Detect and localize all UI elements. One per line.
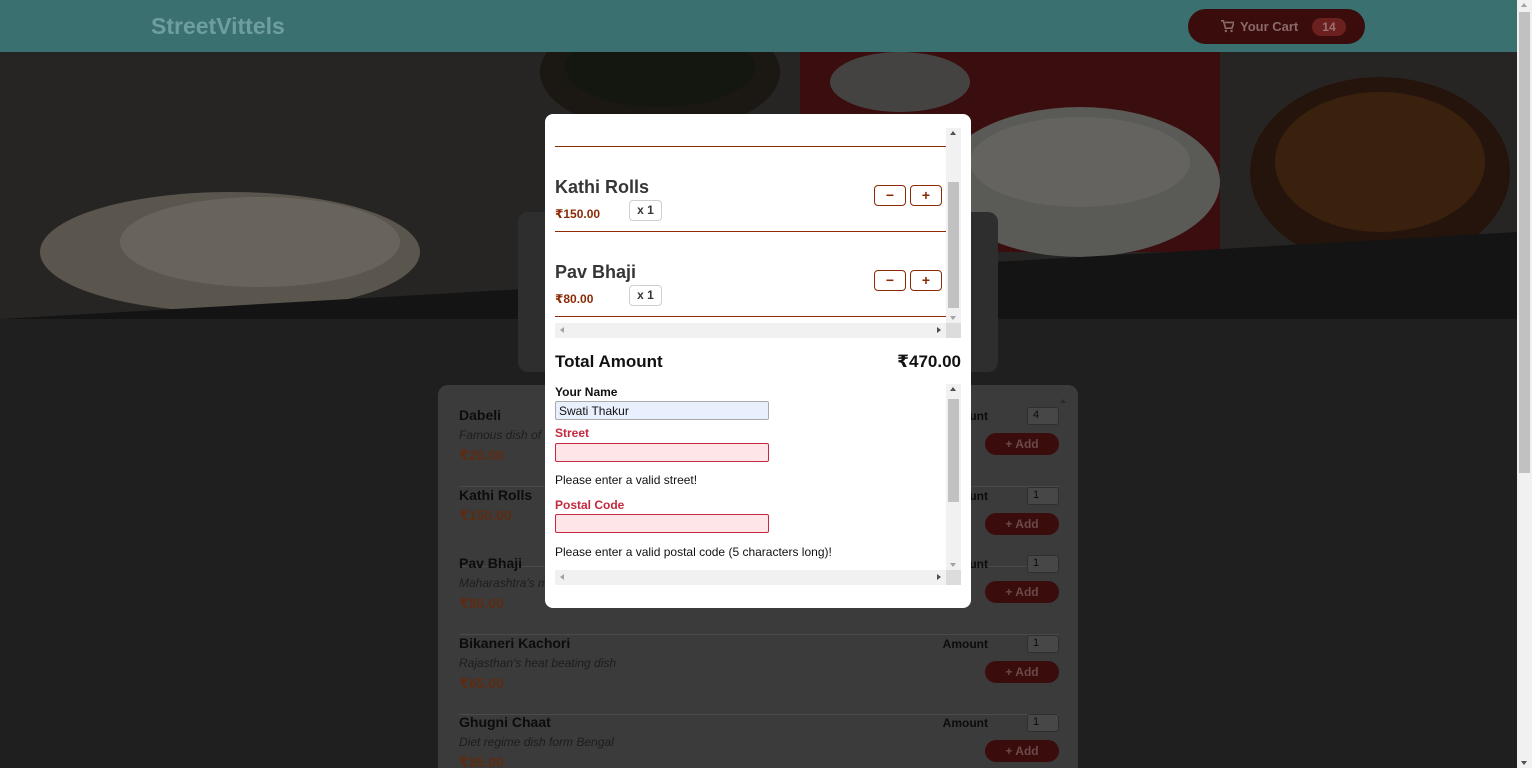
cart-list-scroll-thumb[interactable] [948, 182, 959, 308]
meal-item: Ghugni Chaat Diet regime dish form Benga… [459, 714, 1059, 768]
add-button[interactable]: + Add [985, 740, 1059, 762]
quantity-badge: x 1 [629, 285, 662, 306]
meal-description: Maharashtra's m [459, 576, 548, 590]
form-hscrollbar[interactable] [555, 570, 946, 585]
quantity-badge: x 1 [629, 200, 662, 221]
page-scrollbar[interactable] [1517, 0, 1532, 768]
cart-label: Your Cart [1240, 19, 1299, 34]
add-button[interactable]: + Add [985, 433, 1059, 455]
postal-code-error-message: Please enter a valid postal code (5 char… [555, 545, 832, 559]
scroll-corner [946, 323, 961, 338]
decrease-button[interactable]: − [874, 185, 906, 206]
amount-input[interactable]: 1 [1027, 487, 1059, 505]
scroll-down-arrow-icon[interactable] [950, 316, 956, 320]
postal-code-field[interactable] [555, 514, 769, 533]
amount-input[interactable]: 1 [1027, 714, 1059, 732]
scroll-corner [946, 570, 961, 585]
cart-count-badge: 14 [1312, 17, 1346, 36]
meal-description: Rajasthan's heat beating dish [459, 656, 617, 670]
form-vscrollbar[interactable] [946, 384, 961, 570]
meal-name: Dabeli [459, 407, 502, 423]
scroll-up-arrow-icon[interactable] [950, 387, 956, 391]
cart-items-list: Kathi Rolls ₹150.00 x 1 − + Pav Bhaji ₹8… [555, 128, 961, 338]
add-button[interactable]: + Add [985, 513, 1059, 535]
increase-button[interactable]: + [910, 185, 942, 206]
app-header: StreetVittels Your Cart 14 [0, 0, 1517, 52]
cart-item: Pav Bhaji ₹80.00 x 1 − + [555, 232, 946, 317]
meal-description: Famous dish of G [459, 428, 554, 442]
page-scroll-thumb[interactable] [1519, 12, 1530, 473]
scroll-left-arrow-icon[interactable] [560, 574, 564, 580]
cart-modal: Kathi Rolls ₹150.00 x 1 − + Pav Bhaji ₹8… [545, 114, 971, 608]
street-label: Street [555, 426, 590, 440]
cart-button[interactable]: Your Cart 14 [1188, 9, 1365, 44]
meal-name: Bikaneri Kachori [459, 635, 571, 651]
meal-name: Kathi Rolls [459, 487, 533, 503]
cart-item-price: ₹150.00 [555, 207, 601, 221]
cart-list-hscrollbar[interactable] [555, 323, 946, 338]
cart-item-name: Pav Bhaji [555, 262, 637, 282]
postal-code-label: Postal Code [555, 498, 625, 512]
street-error-message: Please enter a valid street! [555, 473, 698, 487]
checkout-form: Your Name Street Please enter a valid st… [555, 384, 961, 570]
name-label: Your Name [555, 385, 618, 399]
meal-name: Ghugni Chaat [459, 714, 551, 730]
cart-item: Kathi Rolls ₹150.00 x 1 − + [555, 147, 946, 232]
amount-input[interactable]: 1 [1027, 555, 1059, 573]
meal-price: ₹20.00 [459, 447, 504, 463]
meal-price: ₹80.00 [459, 595, 504, 611]
scroll-right-arrow-icon[interactable] [937, 574, 941, 580]
total-amount-label: Total Amount [555, 352, 663, 371]
meal-price: ₹85.00 [459, 754, 504, 768]
amount-input[interactable]: 4 [1027, 407, 1059, 425]
scroll-down-arrow-icon[interactable] [950, 563, 956, 567]
total-amount-value: ₹470.00 [897, 352, 961, 371]
street-field[interactable] [555, 443, 769, 462]
meal-description: Diet regime dish form Bengal [459, 735, 614, 749]
scroll-right-arrow-icon[interactable] [937, 327, 941, 333]
add-button[interactable]: + Add [985, 581, 1059, 603]
name-field[interactable] [555, 401, 769, 420]
scroll-down-arrow-icon[interactable] [1521, 761, 1527, 765]
cart-item-name: Kathi Rolls [555, 177, 650, 197]
form-scroll-thumb[interactable] [948, 399, 959, 502]
meal-price: ₹150.00 [459, 507, 512, 523]
cart-item-price: ₹80.00 [555, 292, 594, 306]
meals-scroll-up-arrow[interactable] [1060, 399, 1066, 403]
amount-label: Amount [942, 716, 988, 730]
amount-label: Amount [942, 637, 988, 651]
decrease-button[interactable]: − [874, 270, 906, 291]
cart-list-vscrollbar[interactable] [946, 128, 961, 323]
meal-price: ₹65.00 [459, 675, 504, 691]
scroll-left-arrow-icon[interactable] [560, 327, 564, 333]
amount-input[interactable]: 1 [1027, 635, 1059, 653]
cart-icon [1221, 20, 1236, 33]
meal-item: Bikaneri Kachori Rajasthan's heat beatin… [459, 635, 1059, 715]
brand-logo: StreetVittels [151, 13, 285, 39]
add-button[interactable]: + Add [985, 661, 1059, 683]
increase-button[interactable]: + [910, 270, 942, 291]
scroll-up-arrow-icon[interactable] [950, 131, 956, 135]
cart-item-partial [555, 128, 946, 147]
meal-name: Pav Bhaji [459, 555, 523, 571]
scroll-up-arrow-icon[interactable] [1521, 3, 1527, 7]
